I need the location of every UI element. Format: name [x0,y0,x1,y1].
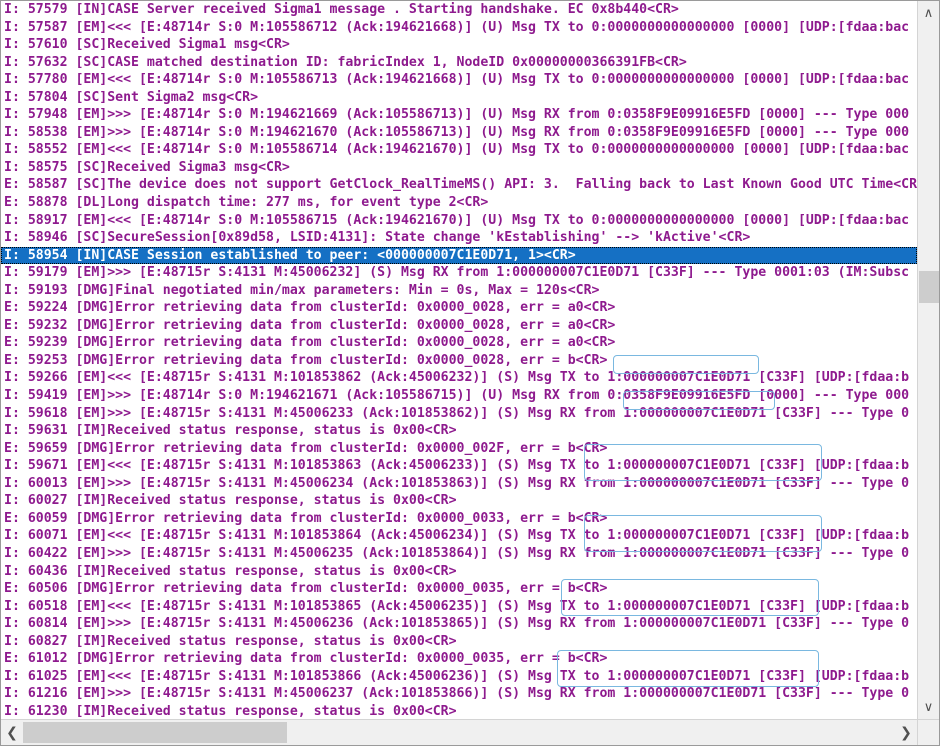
log-line[interactable]: I: 57632 [SC]CASE matched destination ID… [1,54,917,72]
log-line[interactable]: I: 57804 [SC]Sent Sigma2 msg<CR> [1,89,917,107]
log-line[interactable]: I: 58946 [SC]SecureSession[0x89d58, LSID… [1,229,917,247]
log-line[interactable]: I: 60013 [EM]>>> [E:48715r S:4131 M:4500… [1,475,917,493]
log-line[interactable]: I: 58575 [SC]Received Sigma3 msg<CR> [1,159,917,177]
log-line[interactable]: I: 61230 [IM]Received status response, s… [1,703,917,719]
scrollbar-corner [917,719,939,745]
log-line[interactable]: I: 57780 [EM]<<< [E:48714r S:0 M:1055867… [1,71,917,89]
log-line[interactable]: I: 61216 [EM]>>> [E:48715r S:4131 M:4500… [1,685,917,703]
log-line[interactable]: I: 60827 [IM]Received status response, s… [1,633,917,651]
log-line[interactable]: E: 60059 [DMG]Error retrieving data from… [1,510,917,528]
log-console-window: I: 57579 [IN]CASE Server received Sigma1… [0,0,940,746]
scroll-down-arrow-icon[interactable]: ∨ [918,695,939,719]
log-line[interactable]: I: 60027 [IM]Received status response, s… [1,492,917,510]
vertical-scrollbar-thumb[interactable] [919,271,939,303]
log-line[interactable]: E: 59239 [DMG]Error retrieving data from… [1,334,917,352]
log-line[interactable]: I: 59179 [EM]>>> [E:48715r S:4131 M:4500… [1,264,917,282]
log-line[interactable]: I: 57579 [IN]CASE Server received Sigma1… [1,1,917,19]
log-line[interactable]: I: 59631 [IM]Received status response, s… [1,422,917,440]
log-line-selected[interactable]: I: 58954 [IN]CASE Session established to… [1,246,917,265]
log-line[interactable]: I: 60518 [EM]<<< [E:48715r S:4131 M:1018… [1,598,917,616]
log-line[interactable]: E: 59232 [DMG]Error retrieving data from… [1,317,917,335]
log-line-list: I: 57579 [IN]CASE Server received Sigma1… [1,1,917,719]
log-line[interactable]: E: 61012 [DMG]Error retrieving data from… [1,650,917,668]
vertical-scrollbar[interactable]: ∧ ∨ [917,1,939,719]
log-line[interactable]: E: 59224 [DMG]Error retrieving data from… [1,299,917,317]
log-line[interactable]: I: 58917 [EM]<<< [E:48714r S:0 M:1055867… [1,212,917,230]
log-line[interactable]: I: 61025 [EM]<<< [E:48715r S:4131 M:1018… [1,668,917,686]
log-line[interactable]: I: 60422 [EM]>>> [E:48715r S:4131 M:4500… [1,545,917,563]
log-line[interactable]: I: 58538 [EM]>>> [E:48714r S:0 M:1946216… [1,124,917,142]
log-line[interactable]: I: 59618 [EM]>>> [E:48715r S:4131 M:4500… [1,405,917,423]
log-line[interactable]: I: 60436 [IM]Received status response, s… [1,563,917,581]
log-line[interactable]: I: 59266 [EM]<<< [E:48715r S:4131 M:1018… [1,369,917,387]
log-line[interactable]: E: 58587 [SC]The device does not support… [1,176,917,194]
log-line[interactable]: I: 57610 [SC]Received Sigma1 msg<CR> [1,36,917,54]
log-line[interactable]: I: 57587 [EM]<<< [E:48714r S:0 M:1055867… [1,19,917,37]
log-line[interactable]: I: 60814 [EM]>>> [E:48715r S:4131 M:4500… [1,615,917,633]
log-line[interactable]: I: 57948 [EM]>>> [E:48714r S:0 M:1946216… [1,106,917,124]
horizontal-scrollbar[interactable]: ❮ ❯ [1,719,917,745]
log-line[interactable]: I: 59193 [DMG]Final negotiated min/max p… [1,282,917,300]
log-line[interactable]: I: 58552 [EM]<<< [E:48714r S:0 M:1055867… [1,141,917,159]
log-line[interactable]: I: 59671 [EM]<<< [E:48715r S:4131 M:1018… [1,457,917,475]
horizontal-scrollbar-thumb[interactable] [23,722,287,743]
log-line[interactable]: E: 58878 [DL]Long dispatch time: 277 ms,… [1,194,917,212]
log-text-viewport[interactable]: I: 57579 [IN]CASE Server received Sigma1… [1,1,917,719]
scroll-left-arrow-icon[interactable]: ❮ [1,720,23,745]
scroll-up-arrow-icon[interactable]: ∧ [918,1,939,25]
log-line[interactable]: E: 59659 [DMG]Error retrieving data from… [1,440,917,458]
log-line[interactable]: E: 59253 [DMG]Error retrieving data from… [1,352,917,370]
scroll-right-arrow-icon[interactable]: ❯ [895,720,917,745]
log-line[interactable]: I: 59419 [EM]>>> [E:48714r S:0 M:1946216… [1,387,917,405]
log-line[interactable]: I: 60071 [EM]<<< [E:48715r S:4131 M:1018… [1,527,917,545]
log-line[interactable]: E: 60506 [DMG]Error retrieving data from… [1,580,917,598]
